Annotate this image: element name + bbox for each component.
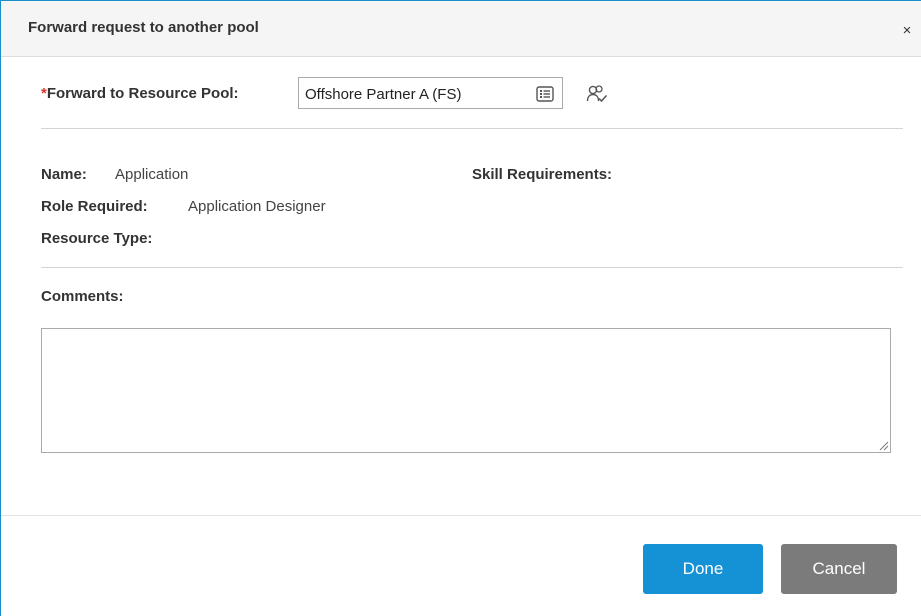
cancel-button[interactable]: Cancel: [781, 544, 897, 594]
forward-pool-row: *Forward to Resource Pool: Offshore Part…: [41, 77, 641, 109]
dialog-title: Forward request to another pool: [28, 19, 259, 36]
resize-grip-icon[interactable]: [878, 440, 889, 451]
resource-type-label: Resource Type:: [41, 230, 153, 247]
section-divider: [41, 128, 903, 129]
list-icon[interactable]: [536, 86, 554, 102]
dialog-titlebar: Forward request to another pool ×: [1, 1, 921, 57]
role-required-label: Role Required:: [41, 198, 148, 215]
forward-pool-label: *Forward to Resource Pool:: [41, 85, 239, 102]
name-value: Application: [115, 166, 189, 183]
skill-requirements-label: Skill Requirements:: [472, 166, 613, 183]
footer-divider: [1, 515, 921, 516]
resource-pool-field[interactable]: Offshore Partner A (FS): [298, 77, 563, 109]
name-label: Name:: [41, 166, 87, 183]
forward-request-dialog: Forward request to another pool × *Forwa…: [0, 0, 921, 616]
person-group-icon[interactable]: [586, 84, 608, 104]
role-required-value: Application Designer: [188, 198, 326, 215]
section-divider: [41, 267, 903, 268]
close-icon[interactable]: ×: [899, 23, 915, 39]
forward-pool-label-text: Forward to Resource Pool:: [46, 85, 239, 102]
comments-textarea[interactable]: [41, 328, 891, 453]
resource-pool-value: Offshore Partner A (FS): [305, 86, 462, 103]
comments-label: Comments:: [41, 288, 124, 305]
done-button[interactable]: Done: [643, 544, 763, 594]
